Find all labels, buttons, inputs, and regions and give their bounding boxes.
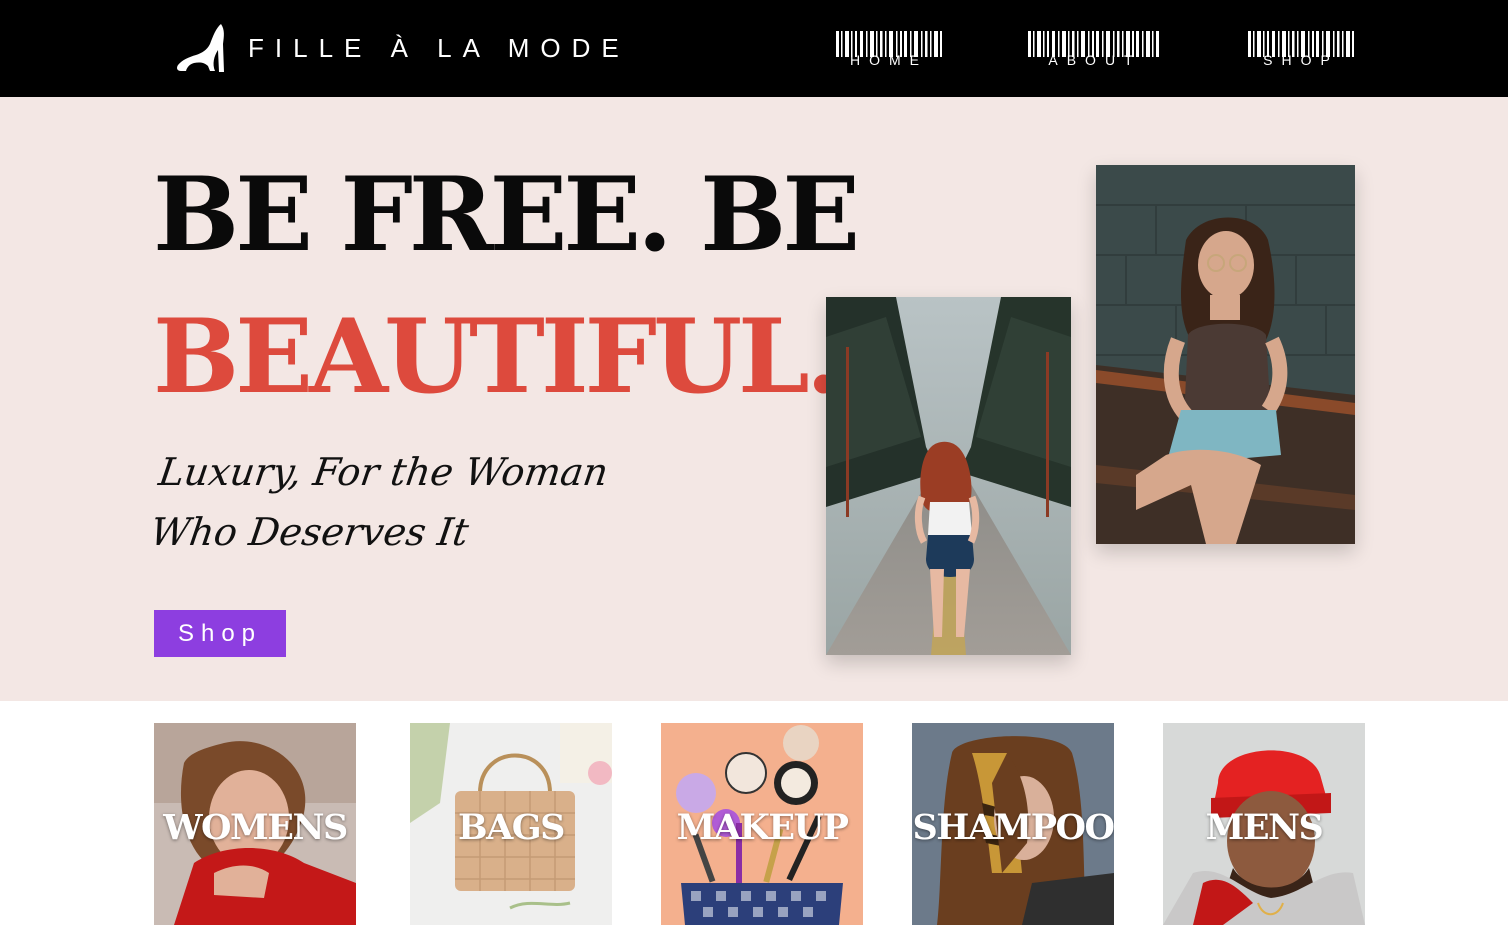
brand-name: FILLE À LA MODE <box>248 32 630 63</box>
category-label: MENS <box>1205 807 1324 848</box>
category-label: BAGS <box>458 807 565 848</box>
nav-home-label: HOME <box>834 53 944 68</box>
nav-about[interactable]: ABOUT <box>1026 31 1164 68</box>
headline-line-2: BEAUTIFUL. <box>153 297 841 417</box>
shop-button[interactable]: Shop <box>154 610 286 657</box>
category-label: SHAMPOO <box>912 807 1114 848</box>
top-navbar: FILLE À LA MODE HOME ABOUT SHOP <box>0 0 1508 97</box>
woman-sitting-bench-photo <box>1096 165 1355 544</box>
brand[interactable]: FILLE À LA MODE <box>172 22 630 74</box>
headline-line-1: BE FREE. BE <box>153 155 860 275</box>
category-label: MAKEUP <box>676 807 849 848</box>
category-grid: WOMENS BAGS MAKEUP SHAMPOO MENS <box>0 701 1508 946</box>
category-label: WOMENS <box>163 807 348 848</box>
category-makeup[interactable]: MAKEUP <box>661 723 863 925</box>
hero-section: BE FREE. BE BEAUTIFUL. Luxury, For the W… <box>0 97 1508 701</box>
hero-tagline: Luxury, For the Woman Who Deserves It <box>147 450 611 554</box>
high-heel-icon <box>177 24 224 72</box>
nav-shop[interactable]: SHOP <box>1246 31 1356 68</box>
category-womens[interactable]: WOMENS <box>154 723 356 925</box>
category-mens[interactable]: MENS <box>1163 723 1365 925</box>
nav-home[interactable]: HOME <box>834 31 944 68</box>
category-bags[interactable]: BAGS <box>410 723 612 925</box>
woman-walking-road-photo <box>826 297 1071 655</box>
category-shampoo[interactable]: SHAMPOO <box>912 723 1114 925</box>
